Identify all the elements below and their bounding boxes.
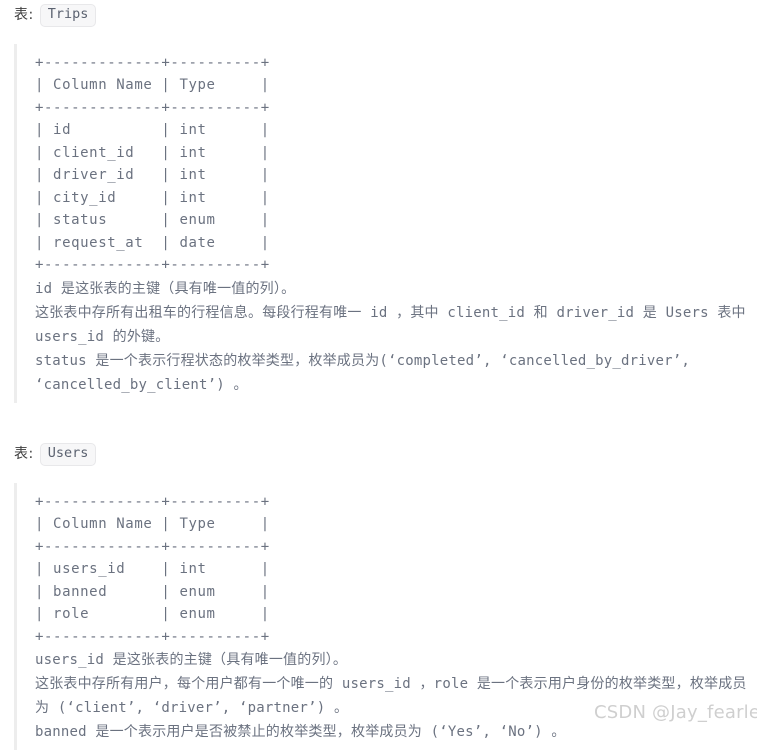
description-line: id 是这张表的主键（具有唯一值的列）。	[35, 277, 757, 301]
table-description-users: users_id 是这张表的主键（具有唯一值的列）。 这张表中存所有用户，每个用…	[35, 648, 757, 744]
csdn-watermark: CSDN @Jay_fearless	[594, 702, 757, 723]
description-line: 这张表中存所有出租车的行程信息。每段行程有唯一 id ，其中 client_id…	[35, 301, 757, 349]
table-description-trips: id 是这张表的主键（具有唯一值的列）。 这张表中存所有出租车的行程信息。每段行…	[35, 277, 757, 397]
description-line: status 是一个表示行程状态的枚举类型，枚举成员为(‘completed’,…	[35, 349, 757, 397]
table-name-badge-users: Users	[40, 443, 97, 466]
schema-quote-trips: +-------------+----------+ | Column Name…	[14, 44, 757, 403]
description-line: users_id 是这张表的主键（具有唯一值的列）。	[35, 648, 757, 672]
page-root: 表: Trips +-------------+----------+ | Co…	[0, 0, 757, 734]
table-block-trips: 表: Trips +-------------+----------+ | Co…	[14, 4, 757, 403]
table-label-prefix: 表:	[14, 8, 34, 22]
table-label-prefix: 表:	[14, 447, 34, 461]
ascii-schema-trips: +-------------+----------+ | Column Name…	[35, 52, 757, 277]
ascii-schema-users: +-------------+----------+ | Column Name…	[35, 491, 757, 649]
description-line: banned 是一个表示用户是否被禁止的枚举类型，枚举成员为 (‘Yes’, ‘…	[35, 720, 757, 744]
table-heading-trips: 表: Trips	[14, 4, 757, 27]
table-heading-users: 表: Users	[14, 443, 757, 466]
table-name-badge-trips: Trips	[40, 4, 97, 27]
